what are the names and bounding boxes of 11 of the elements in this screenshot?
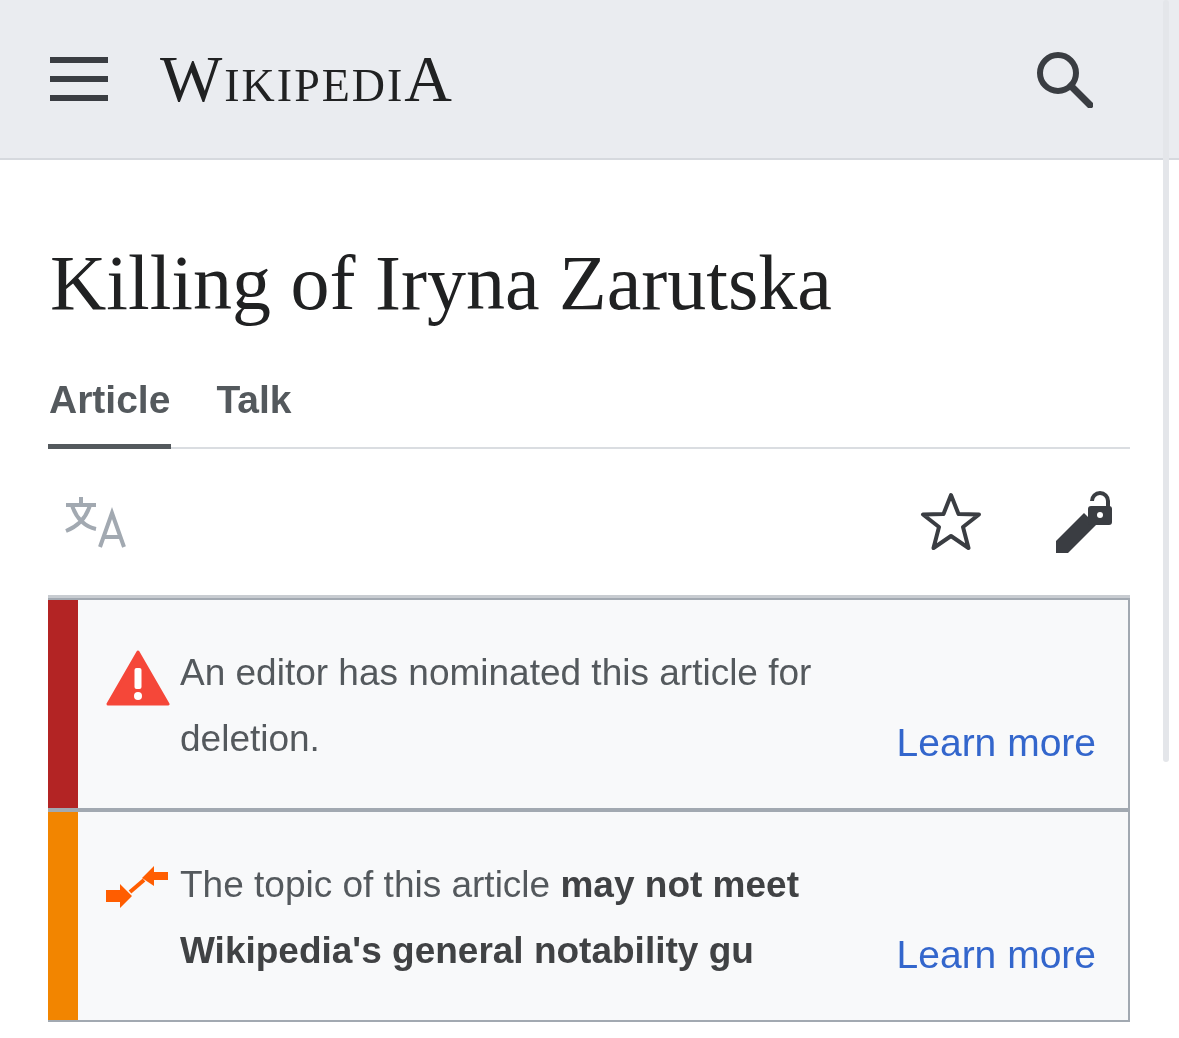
learn-more-link[interactable]: Learn more — [896, 709, 1096, 776]
notice-text: The topic of this article may not meet Wikipedia's general notability gu — [180, 862, 800, 973]
warning-icon — [106, 649, 170, 706]
tab[interactable]: Talk — [215, 377, 293, 449]
tab[interactable]: Article — [48, 377, 172, 449]
notice-text: An editor has nominated this article for deletion. — [180, 650, 813, 761]
search-icon[interactable] — [1035, 50, 1093, 108]
learn-more-link[interactable]: Learn more — [896, 921, 1096, 988]
star-icon[interactable] — [920, 491, 982, 552]
article-title: Killing of Iryna Zarutska — [50, 240, 833, 326]
menu-icon[interactable] — [50, 57, 108, 101]
